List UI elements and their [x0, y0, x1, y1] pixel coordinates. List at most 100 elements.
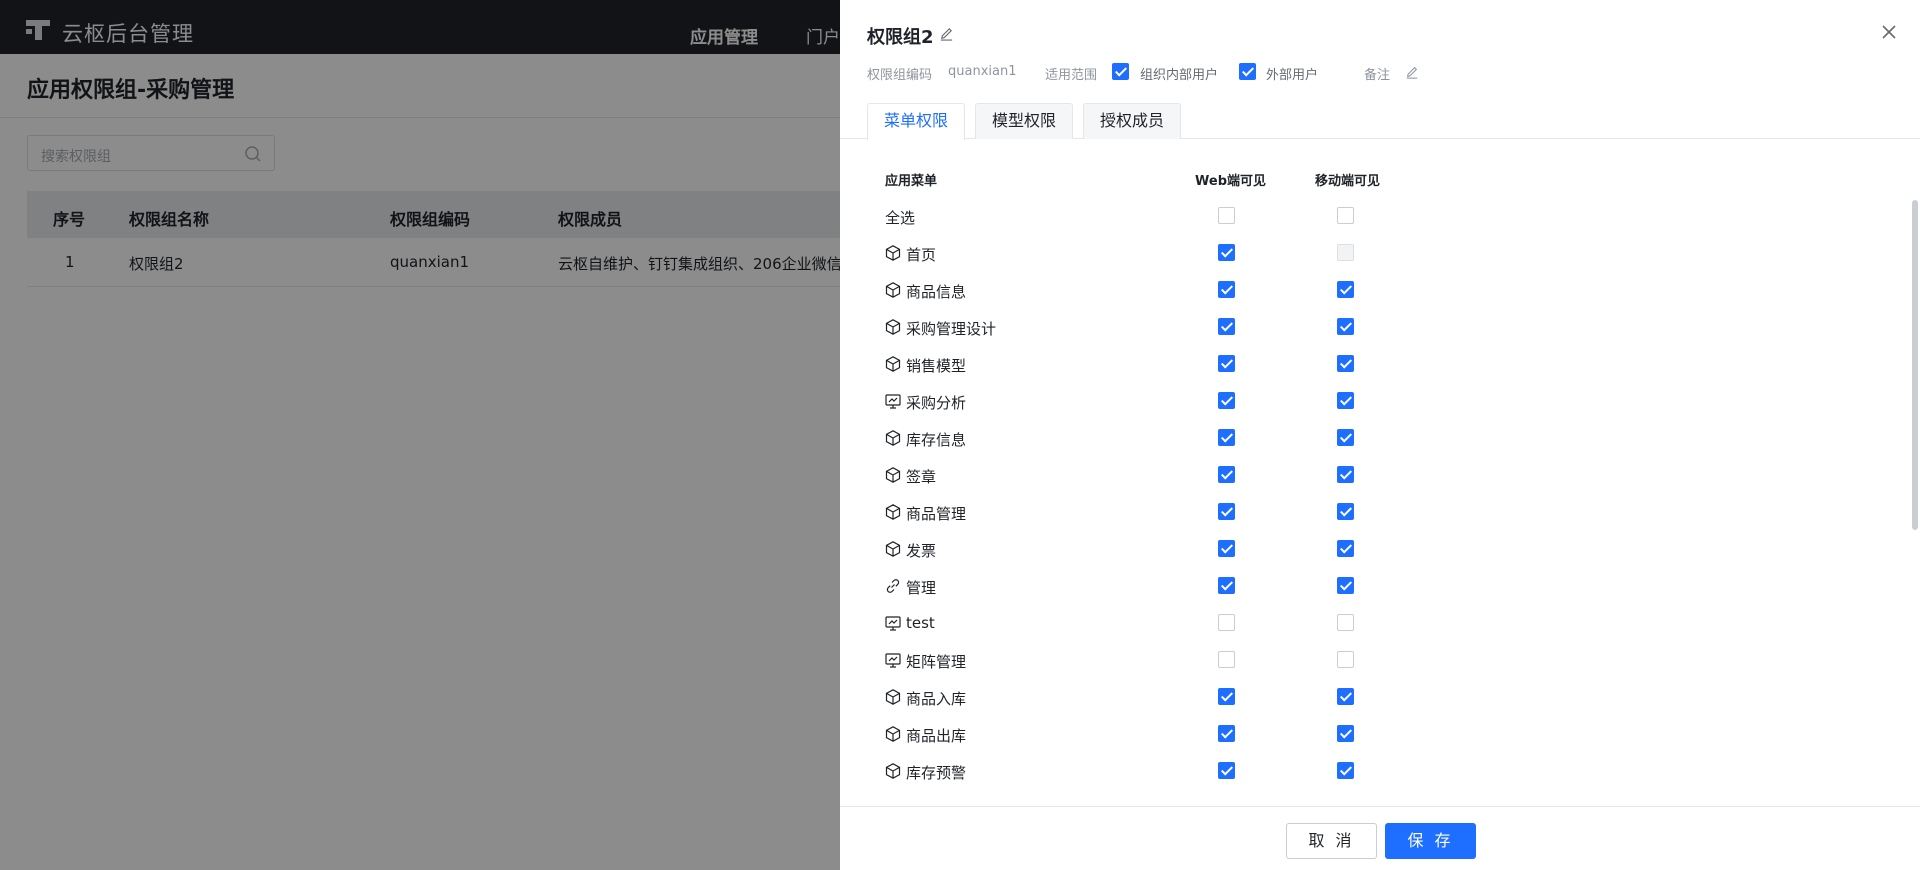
mobile-visible-checkbox[interactable]	[1337, 577, 1354, 594]
monitor-chart-icon	[885, 394, 901, 409]
cube-icon	[885, 726, 901, 742]
scope-external-checkbox[interactable]	[1239, 63, 1256, 80]
menu-item-label: 商品入库	[906, 690, 967, 708]
cube-icon	[885, 763, 901, 779]
menu-item-label: 销售模型	[906, 357, 967, 375]
mobile-visible-checkbox[interactable]	[1337, 503, 1354, 520]
permission-row: 商品信息	[840, 271, 1840, 308]
modal-overlay[interactable]	[0, 0, 840, 870]
tab-model-permission[interactable]: 模型权限	[975, 103, 1073, 139]
cancel-button[interactable]: 取 消	[1286, 823, 1377, 859]
mobile-visible-checkbox[interactable]	[1337, 281, 1354, 298]
permission-row: 销售模型	[840, 345, 1840, 382]
permission-row: 签章	[840, 456, 1840, 493]
mobile-visible-checkbox[interactable]	[1337, 614, 1354, 631]
web-visible-checkbox[interactable]	[1218, 503, 1235, 520]
scrollbar[interactable]	[1912, 200, 1918, 530]
menu-item-label: 首页	[906, 246, 937, 264]
mobile-visible-checkbox[interactable]	[1337, 762, 1354, 779]
scope-external-label: 外部用户	[1266, 68, 1319, 83]
menu-item-label: 管理	[906, 579, 937, 597]
scope-internal-checkbox[interactable]	[1112, 63, 1129, 80]
monitor-chart-icon	[885, 616, 901, 631]
web-visible-checkbox[interactable]	[1218, 355, 1235, 372]
select-all-label: 全选	[885, 209, 916, 227]
edit-title-icon[interactable]	[939, 26, 954, 41]
cube-icon	[885, 689, 901, 705]
mobile-visible-checkbox[interactable]	[1337, 725, 1354, 742]
mobile-visible-checkbox[interactable]	[1337, 207, 1354, 224]
web-visible-checkbox[interactable]	[1218, 429, 1235, 446]
mobile-visible-checkbox[interactable]	[1337, 688, 1354, 705]
tab-menu-permission[interactable]: 菜单权限	[867, 103, 965, 140]
web-visible-checkbox[interactable]	[1218, 688, 1235, 705]
menu-item-label: 发票	[906, 542, 937, 560]
cube-icon	[885, 245, 901, 261]
menu-item-label: 商品出库	[906, 727, 967, 745]
mobile-visible-checkbox[interactable]	[1337, 392, 1354, 409]
scope-label: 适用范围	[1045, 68, 1098, 83]
tab-authorized-members[interactable]: 授权成员	[1083, 103, 1181, 139]
permission-row: 库存预警	[840, 752, 1840, 789]
web-visible-checkbox[interactable]	[1218, 614, 1235, 631]
web-visible-checkbox[interactable]	[1218, 281, 1235, 298]
menu-item-label: 库存信息	[906, 431, 967, 449]
cube-icon	[885, 467, 901, 483]
cube-icon	[885, 356, 901, 372]
menu-permission-panel: 应用菜单 Web端可见 移动端可见 全选首页商品信息采购管理设计 销售模型采购分析…	[840, 140, 1920, 806]
permission-row: 管理	[840, 567, 1840, 604]
web-visible-checkbox[interactable]	[1218, 762, 1235, 779]
web-visible-checkbox[interactable]	[1218, 577, 1235, 594]
mobile-visible-checkbox[interactable]	[1337, 318, 1354, 335]
menu-column-header: 应用菜单	[885, 174, 938, 189]
mobile-visible-checkbox	[1337, 244, 1354, 261]
mobile-visible-checkbox[interactable]	[1337, 540, 1354, 557]
cube-icon	[885, 541, 901, 557]
menu-item-label: 矩阵管理	[906, 653, 967, 671]
save-button[interactable]: 保 存	[1385, 823, 1476, 859]
remark-label: 备注	[1364, 68, 1391, 83]
close-icon[interactable]	[1880, 23, 1898, 41]
permission-row: 商品出库	[840, 715, 1840, 752]
mobile-column-header: 移动端可见	[1315, 174, 1381, 189]
permission-row: 采购管理设计	[840, 308, 1840, 345]
permission-row: 矩阵管理	[840, 641, 1840, 678]
web-visible-checkbox[interactable]	[1218, 207, 1235, 224]
drawer-tabs: 菜单权限 模型权限 授权成员	[840, 103, 1920, 140]
cube-icon	[885, 504, 901, 520]
edit-remark-icon[interactable]	[1405, 65, 1419, 79]
drawer-title: 权限组2	[867, 27, 934, 48]
menu-item-label: 商品信息	[906, 283, 967, 301]
mobile-visible-checkbox[interactable]	[1337, 466, 1354, 483]
drawer-footer: 取 消 保 存	[840, 806, 1920, 870]
cube-icon	[885, 319, 901, 335]
permission-row: 商品入库	[840, 678, 1840, 715]
permission-row: test	[840, 604, 1840, 641]
menu-item-label: 采购分析	[906, 394, 967, 412]
monitor-chart-icon	[885, 653, 901, 668]
cube-icon	[885, 430, 901, 446]
web-column-header: Web端可见	[1195, 174, 1266, 189]
permission-group-drawer: 权限组2 权限组编码 quanxian1 适用范围 组织内部用户 外部用户 备注…	[840, 0, 1920, 870]
menu-item-label: 采购管理设计	[906, 320, 997, 338]
permission-row: 首页	[840, 234, 1840, 271]
menu-item-label: test	[906, 614, 935, 632]
link-icon	[886, 579, 900, 593]
web-visible-checkbox[interactable]	[1218, 244, 1235, 261]
cube-icon	[885, 282, 901, 298]
web-visible-checkbox[interactable]	[1218, 392, 1235, 409]
permission-row: 商品管理	[840, 493, 1840, 530]
permission-row: 库存信息	[840, 419, 1840, 456]
scope-internal-label: 组织内部用户	[1140, 68, 1219, 83]
web-visible-checkbox[interactable]	[1218, 651, 1235, 668]
menu-item-label: 签章	[906, 468, 937, 486]
mobile-visible-checkbox[interactable]	[1337, 355, 1354, 372]
web-visible-checkbox[interactable]	[1218, 540, 1235, 557]
permission-row: 全选	[840, 197, 1840, 234]
web-visible-checkbox[interactable]	[1218, 725, 1235, 742]
mobile-visible-checkbox[interactable]	[1337, 651, 1354, 668]
web-visible-checkbox[interactable]	[1218, 318, 1235, 335]
mobile-visible-checkbox[interactable]	[1337, 429, 1354, 446]
menu-item-label: 库存预警	[906, 764, 967, 782]
web-visible-checkbox[interactable]	[1218, 466, 1235, 483]
